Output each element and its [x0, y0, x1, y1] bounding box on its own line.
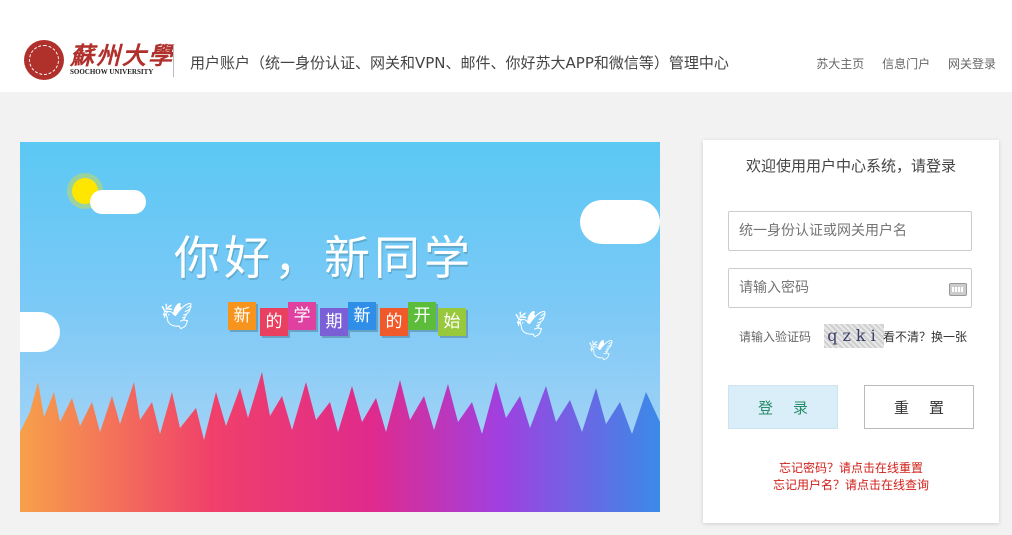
banner-title: 你好，新同学	[174, 231, 474, 285]
login-button[interactable]: 登录	[728, 385, 838, 429]
cloud-icon	[90, 190, 146, 214]
slogan-chip: 始	[438, 308, 466, 336]
keyboard-icon[interactable]	[949, 283, 967, 296]
dove-icon: 🕊	[588, 338, 614, 362]
welcome-banner: 你好，新同学 新 的 学 期 新 的 开 始 🕊 🕊 🕊	[20, 142, 660, 512]
slogan-chip: 期	[320, 308, 348, 336]
dove-icon: 🕊	[514, 310, 548, 340]
header-divider	[173, 45, 174, 77]
reset-button[interactable]: 重置	[864, 385, 974, 429]
logo-english-text: SOOCHOW UNIVERSITY	[70, 68, 154, 76]
captcha-label: 请输入验证码	[739, 330, 812, 344]
logo-text: 蘇州大學	[70, 41, 174, 70]
slogan-chip: 开	[408, 302, 436, 330]
slogan-chip: 新	[348, 302, 376, 330]
username-input[interactable]	[728, 211, 972, 251]
system-title: 用户账户（统一身份认证、网关和VPN、邮件、你好苏大APP和微信等）管理中心	[190, 54, 729, 72]
captcha-refresh-link[interactable]: 看不清？换一张	[883, 328, 967, 345]
cloud-icon	[580, 200, 660, 244]
top-nav: 苏大主页 信息门户 网关登录	[802, 55, 996, 72]
nav-link-gateway-login[interactable]: 网关登录	[948, 57, 996, 71]
seal-icon	[24, 40, 64, 80]
nav-link-homepage[interactable]: 苏大主页	[816, 57, 864, 71]
slogan-chip: 的	[260, 308, 288, 336]
header: 蘇州大學 SOOCHOW UNIVERSITY 用户账户（统一身份认证、网关和V…	[0, 0, 1012, 92]
banner-slogan: 新 的 学 期 新 的 开 始	[228, 302, 468, 342]
crowd-silhouette	[20, 372, 660, 512]
forgot-password-link[interactable]: 忘记密码？请点击在线重置	[703, 460, 999, 477]
nav-link-portal[interactable]: 信息门户	[882, 57, 930, 71]
university-logo[interactable]: 蘇州大學 SOOCHOW UNIVERSITY	[24, 40, 172, 80]
forgot-username-link[interactable]: 忘记用户名？请点击在线查询	[703, 477, 999, 494]
help-links: 忘记密码？请点击在线重置 忘记用户名？请点击在线查询	[703, 460, 999, 494]
login-panel: 欢迎使用用户中心系统，请登录 请输入验证码 qzki 看不清？换一张 登录 重置…	[703, 140, 999, 523]
slogan-chip: 学	[288, 302, 316, 330]
slogan-chip: 的	[380, 308, 408, 336]
cloud-icon	[20, 312, 60, 352]
slogan-chip: 新	[228, 302, 256, 330]
login-welcome-text: 欢迎使用用户中心系统，请登录	[745, 157, 956, 175]
dove-icon: 🕊	[160, 302, 194, 332]
captcha-image[interactable]: qzki	[824, 324, 884, 348]
password-input[interactable]	[728, 268, 972, 308]
